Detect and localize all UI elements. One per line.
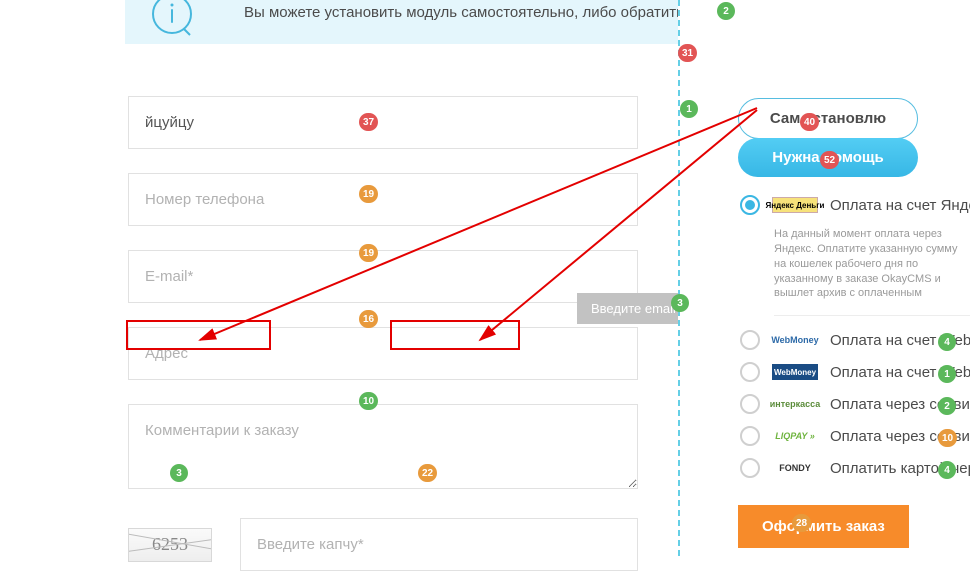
- payment-label: Оплата через сервис: [830, 428, 970, 445]
- payment-label: Оплата на счет WebMoney: [830, 332, 970, 349]
- radio-icon: [740, 195, 760, 215]
- payment-option-interkassa[interactable]: интеркасса Оплата через сервис: [740, 394, 970, 414]
- order-form: 6253: [128, 96, 638, 571]
- name-input[interactable]: [128, 96, 638, 149]
- payment-methods: Яндекс Деньги Оплата на счет Яндекс На д…: [740, 195, 970, 490]
- phone-input[interactable]: [128, 173, 638, 226]
- payment-option-liqpay[interactable]: LIQPAY » Оплата через сервис: [740, 426, 970, 446]
- captcha-input[interactable]: [240, 518, 638, 571]
- right-panel: Сам установлю Нужна помощь Яндекс Деньги…: [678, 0, 970, 556]
- radio-icon: [740, 330, 760, 350]
- self-install-pill[interactable]: Сам установлю: [738, 98, 918, 139]
- fondy-logo: FONDY: [772, 460, 818, 476]
- payment-desc: На данный момент оплата через Яндекс. Оп…: [774, 227, 970, 316]
- webmoney-logo: WebMoney: [772, 332, 818, 348]
- radio-icon: [740, 362, 760, 382]
- payment-label: Оплатить картой через: [830, 460, 970, 477]
- payment-option-webmoney-2[interactable]: WebMoney Оплата на счет WebMoney: [740, 362, 970, 382]
- email-input[interactable]: [128, 250, 638, 303]
- yandex-logo: Яндекс Деньги: [772, 197, 818, 213]
- payment-option-fondy[interactable]: FONDY Оплатить картой через: [740, 458, 970, 478]
- radio-icon: [740, 394, 760, 414]
- interkassa-logo: интеркасса: [772, 396, 818, 412]
- payment-label: Оплата через сервис: [830, 396, 970, 413]
- radio-icon: [740, 426, 760, 446]
- info-icon: [150, 0, 194, 36]
- captcha-row: 6253: [128, 518, 638, 571]
- submit-order-button[interactable]: Оформить заказ: [738, 505, 909, 548]
- liqpay-logo: LIQPAY »: [772, 428, 818, 444]
- webmoney-logo: WebMoney: [772, 364, 818, 380]
- comment-textarea[interactable]: [128, 404, 638, 489]
- need-help-pill[interactable]: Нужна помощь: [738, 138, 918, 177]
- address-input[interactable]: [128, 327, 638, 380]
- install-choice: Сам установлю Нужна помощь: [738, 98, 970, 177]
- email-validation-tooltip: Введите email: [577, 293, 690, 324]
- payment-label: Оплата на счет Яндекс: [830, 197, 970, 214]
- tooltip-text: Введите email: [591, 301, 676, 316]
- payment-option-webmoney-1[interactable]: WebMoney Оплата на счет WebMoney: [740, 330, 970, 350]
- payment-label: Оплата на счет WebMoney: [830, 364, 970, 381]
- captcha-image: 6253: [128, 528, 212, 562]
- radio-icon: [740, 458, 760, 478]
- payment-option-yandex[interactable]: Яндекс Деньги Оплата на счет Яндекс: [740, 195, 970, 215]
